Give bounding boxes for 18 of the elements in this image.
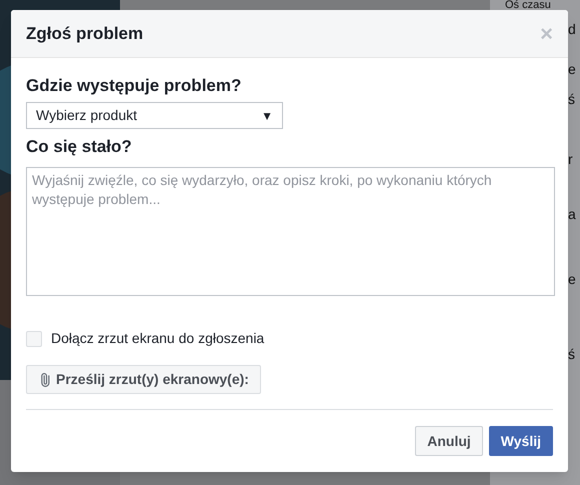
description-field[interactable]: Wyjaśnij zwięźle, co się wydarzyło, oraz opisz kroki, po wykonaniu których występuje problem... — [26, 167, 555, 296]
menu-text: ś — [568, 345, 575, 364]
menu-text: ś — [568, 90, 575, 109]
menu-text: e — [568, 270, 576, 289]
menu-text: d — [568, 20, 576, 39]
dialog-title: Zgłoś problem — [26, 22, 144, 45]
upload-screenshot-button[interactable]: Prześlij zrzut(y) ekranowy(e): — [26, 365, 261, 394]
checkbox-label: Dołącz zrzut ekranu do zgłoszenia — [51, 329, 264, 348]
timeline-link[interactable]: Oś czasu — [505, 0, 580, 10]
product-select[interactable]: Wybierz produkt ▼ — [26, 102, 283, 129]
field-label: Gdzie występuje problem? — [26, 76, 242, 96]
cancel-button[interactable]: Anuluj — [415, 426, 483, 456]
send-button[interactable]: Wyślij — [488, 426, 553, 456]
menu-text: r — [568, 150, 573, 169]
menu-text: e — [568, 60, 576, 79]
menu-text: a — [568, 205, 576, 224]
screenshot-checkbox[interactable] — [26, 330, 42, 346]
field-label: Co się stało? — [26, 137, 133, 157]
